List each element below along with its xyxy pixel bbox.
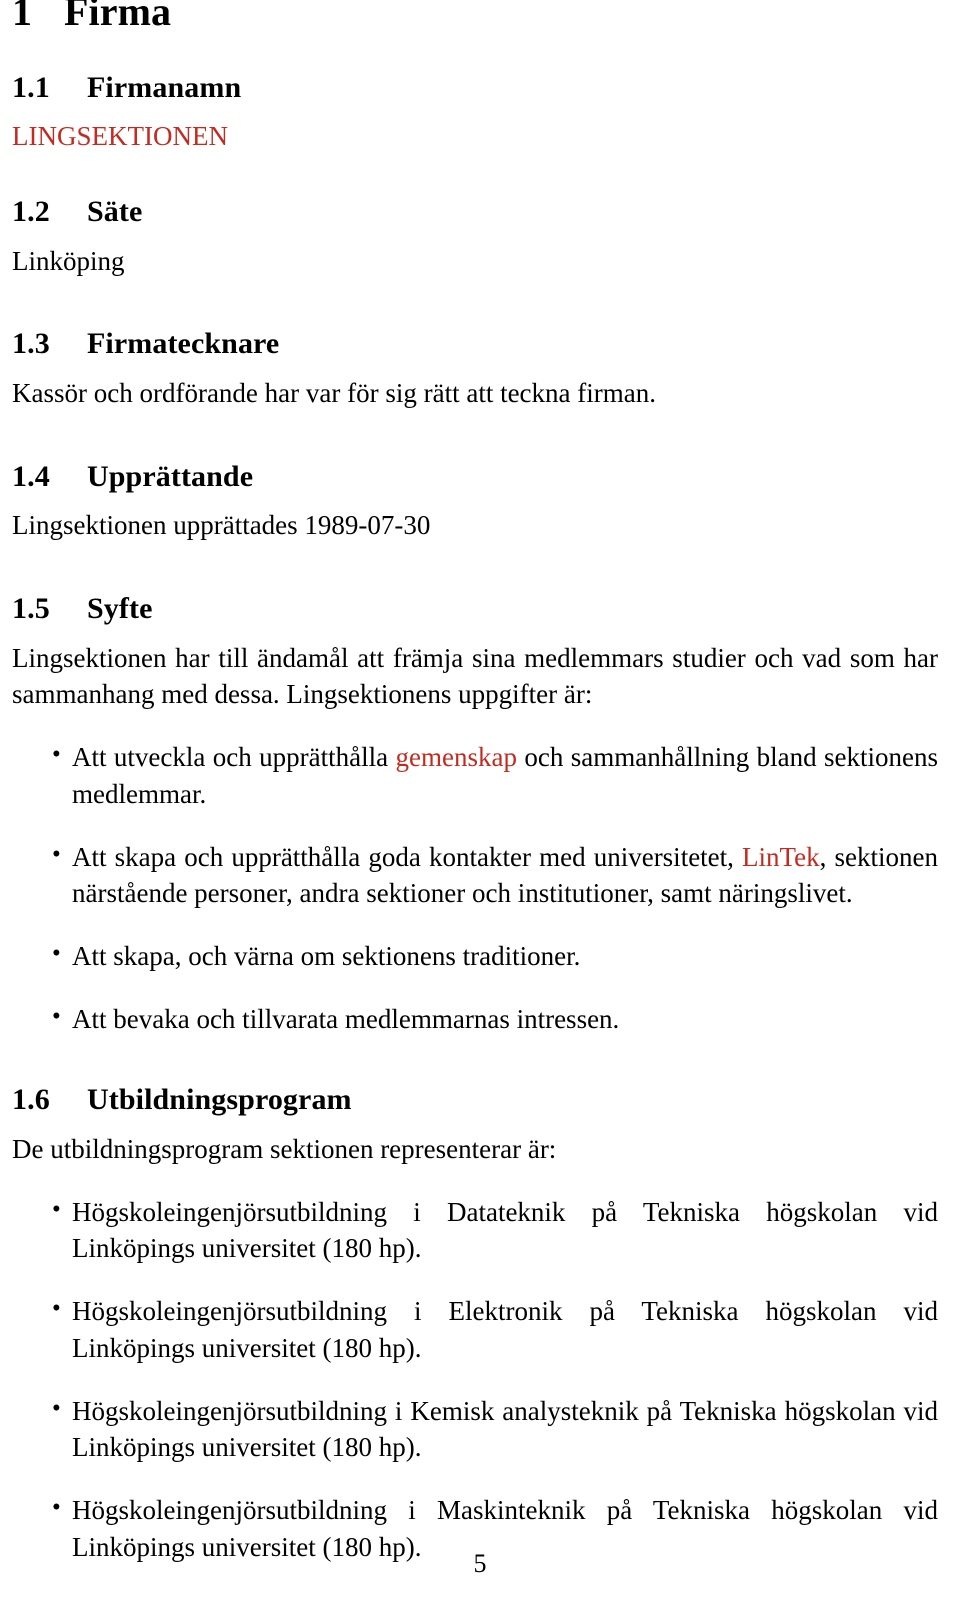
page-content: 1 Firma 1.1 Firmanamn LINGSEKTIONEN 1.2 Sät… [12,0,938,1565]
subsection-heading-1-1: 1.1 Firmanamn [12,71,938,105]
subsection-title: Utbildningsprogram [87,1083,352,1117]
upprattande-paragraph: Lingsektionen upprättades 1989-07-30 [12,510,431,541]
subsection-number: 1.5 [12,592,50,626]
link-lingsektionen[interactable]: LINGSEKTIONEN [12,121,228,151]
list-item: Att utveckla och upprätthålla gemenskap … [12,738,938,812]
subsection-heading-1-4: 1.4 Upprättande [12,460,938,494]
section-number: 1 [12,0,33,34]
subsection-number: 1.2 [12,195,50,229]
utbildningsprogram-intro-paragraph: De utbildningsprogram sektionen represen… [12,1133,557,1164]
bullet-text-pre: Att bevaka och tillvarata medlemmarnas i… [72,1003,620,1034]
bullet-text-pre: Att skapa och upprätthålla goda kontakte… [72,841,743,872]
subsection-number: 1.4 [12,459,50,493]
list-item: Att bevaka och tillvarata medlemmarnas i… [12,1000,938,1038]
bullet-text-pre: Att skapa, och värna om sektionens tradi… [72,940,581,971]
document-page: 1 Firma 1.1 Firmanamn LINGSEKTIONEN 1.2 Sät… [0,0,960,1601]
firmanamn-paragraph: LINGSEKTIONEN [12,118,938,155]
link-lintek[interactable]: LinTek [742,842,820,872]
sate-paragraph: Linköping [12,245,125,276]
firmatecknare-paragraph: Kassör och ordförande har var för sig rä… [12,378,656,409]
section-heading-1: 1 Firma [12,0,938,35]
subsection-title: Säte [87,195,143,229]
list-item: Att skapa, och värna om sektionens tradi… [12,937,938,975]
subsection-title: Firmanamn [87,70,242,104]
subsection-title: Upprättande [87,459,254,493]
subsection-number: 1.6 [12,1083,50,1117]
subsection-heading-1-2: 1.2 Säte [12,195,938,229]
subsection-title: Syfte [87,592,153,626]
subsection-heading-1-6: 1.6 Utbildningsprogram [12,1083,938,1117]
subsection-number: 1.1 [12,70,50,104]
utbildningsprogram-bullet-list: Högskoleingenjörsutbildning i Datateknik… [12,1193,938,1566]
syfte-intro-paragraph: Lingsektionen har till ändamål att främj… [12,642,938,710]
section-title: Firma [64,0,172,34]
subsection-title: Firmatecknare [87,327,280,361]
link-gemenskap[interactable]: gemenskap [396,742,517,772]
list-item: Högskoleingenjörsutbildning i Kemisk ana… [12,1392,938,1466]
syfte-bullet-list: Att utveckla och upprätthålla gemenskap … [12,738,938,1038]
subsection-heading-1-3: 1.3 Firmatecknare [12,327,938,361]
list-item: Att skapa och upprätthålla goda kontakte… [12,838,938,912]
bullet-text-pre: Att utveckla och upprätthålla [72,742,396,773]
page-number: 5 [473,1549,487,1578]
list-item: Högskoleingenjörsutbildning i Datateknik… [12,1193,938,1267]
subsection-number: 1.3 [12,327,50,361]
subsection-heading-1-5: 1.5 Syfte [12,592,938,626]
list-item: Högskoleingenjörsutbildning i Elektronik… [12,1292,938,1366]
